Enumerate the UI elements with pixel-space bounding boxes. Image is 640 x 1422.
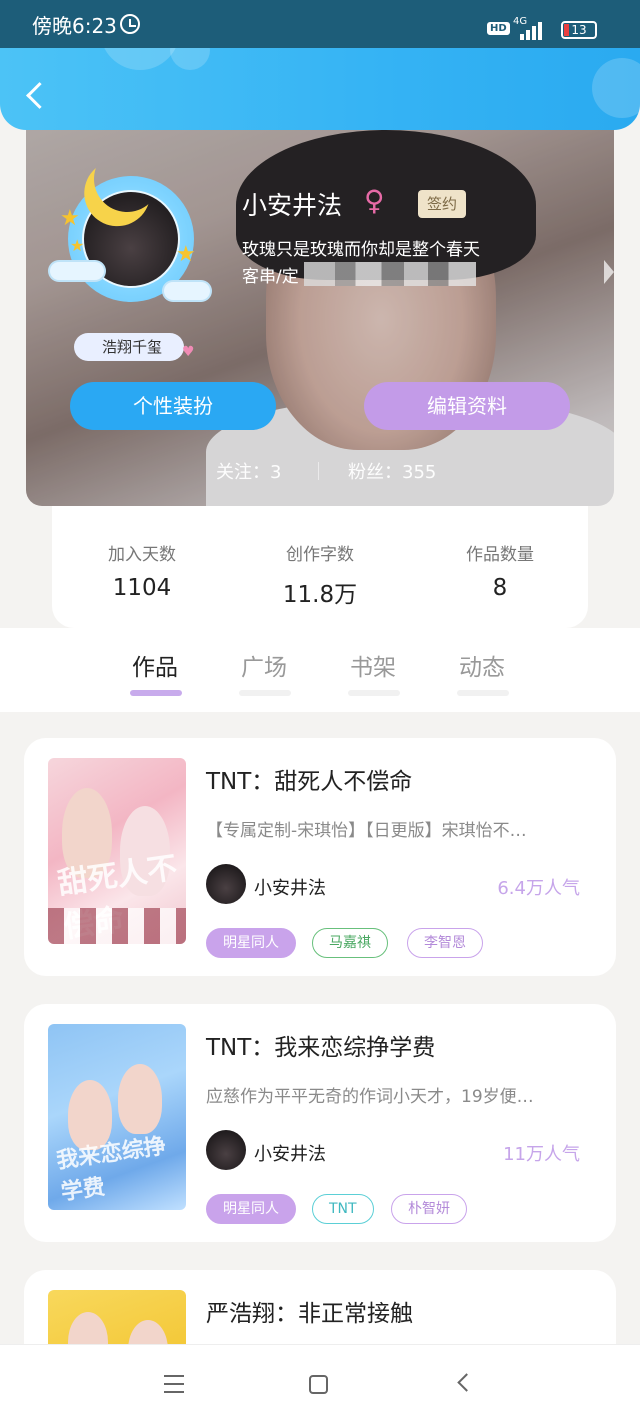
stat-value: 1104 [112,575,172,601]
tag-character[interactable]: 马嘉祺 [312,928,388,958]
tag-category[interactable]: 明星同人 [206,928,296,958]
profile-tabs: 作品 广场 书架 动态 [0,628,640,712]
work-description: 应慈作为平平无奇的作词小天才，19岁便… [206,1087,534,1107]
popularity-count: 11万人气 [503,1144,580,1165]
tab-works[interactable]: 作品 [132,648,178,682]
work-title[interactable]: 严浩翔：非正常接触 [206,1294,413,1328]
work-title[interactable]: TNT：我来恋综挣学费 [206,1028,435,1062]
tab-feed[interactable]: 动态 [459,648,505,682]
star-icon: ★ [60,206,80,231]
stat-word-count: 创作字数 11.8万 [230,540,410,609]
book-cover[interactable]: 甜死人不偿命 [48,758,186,944]
cloud-icon [164,282,210,300]
cloud-icon [50,262,104,280]
cover-figure [118,1064,162,1134]
edit-profile-button[interactable]: 编辑资料 [364,382,570,430]
work-card[interactable]: 我来恋综挣学费 TNT：我来恋综挣学费 应慈作为平平无奇的作词小天才，19岁便…… [24,1004,616,1242]
home-icon[interactable] [309,1375,328,1394]
stat-join-days: 加入天数 1104 [52,540,232,601]
author-avatar[interactable] [206,1130,246,1170]
author-name[interactable]: 小安井法 [254,1140,326,1166]
tag-character[interactable]: TNT [312,1194,374,1224]
fan-badge[interactable]: 浩翔千玺 [74,333,185,361]
female-icon: ♀ [364,184,385,217]
author-name[interactable]: 小安井法 [254,874,326,900]
stat-label: 加入天数 [108,545,176,565]
tab-square[interactable]: 广场 [241,648,287,682]
book-cover[interactable]: 我来恋综挣学费 [48,1024,186,1210]
star-icon: ★ [70,236,85,255]
stat-value: 8 [492,575,508,601]
star-icon: ★ [176,242,196,267]
work-description: 【专属定制-宋琪怡】【日更版】宋琪怡不… [206,821,527,841]
popularity-count: 6.4万人气 [497,878,580,899]
profile-bio-line2: 客串/定 [242,267,299,287]
divider [318,462,319,480]
tab-bookshelf[interactable]: 书架 [350,648,396,682]
work-title[interactable]: TNT：甜死人不偿命 [206,762,412,796]
author-avatar[interactable] [206,864,246,904]
stats-card: 加入天数 1104 创作字数 11.8万 作品数量 8 [52,506,588,628]
fans-count[interactable]: 粉丝：355 [348,458,436,484]
avatar-frame[interactable]: ★ ★ ★ [46,150,216,310]
battery-level: 13 [571,23,587,37]
menu-icon[interactable] [164,1375,184,1393]
signal-icon [520,20,542,40]
stat-works-count: 作品数量 8 [410,540,590,601]
stat-label: 创作字数 [286,545,354,565]
tab-indicator [348,690,400,696]
battery-icon: 13 [561,21,597,39]
mosaic-redaction [304,262,476,286]
work-card[interactable]: 甜死人不偿命 TNT：甜死人不偿命 【专属定制-宋琪怡】【日更版】宋琪怡不… 小… [24,738,616,976]
back-icon[interactable] [457,1373,476,1392]
back-button[interactable] [22,80,52,116]
following-count[interactable]: 关注：3 [216,458,281,484]
profile-bio: 玫瑰只是玫瑰而你却是整个春天 [242,240,480,260]
tag-character[interactable]: 李智恩 [407,928,483,958]
tab-indicator [457,690,509,696]
status-time: 傍晚6:23 [32,14,117,38]
system-nav-bar [0,1344,640,1422]
alarm-icon [120,14,140,34]
decorative-bubble [592,58,640,118]
personalize-button[interactable]: 个性装扮 [70,382,276,430]
stat-value: 11.8万 [282,582,358,608]
username: 小安井法 [242,191,343,220]
stat-label: 作品数量 [466,545,534,565]
heart-icon: ♥ [182,344,195,360]
chevron-right-icon[interactable] [604,260,614,284]
hd-icon: HD [487,22,510,35]
tag-category[interactable]: 明星同人 [206,1194,296,1224]
tab-indicator [239,690,291,696]
tab-indicator [130,690,182,696]
contract-badge: 签约 [418,190,467,218]
cover-pattern [48,908,186,944]
tag-character[interactable]: 朴智妍 [391,1194,467,1224]
